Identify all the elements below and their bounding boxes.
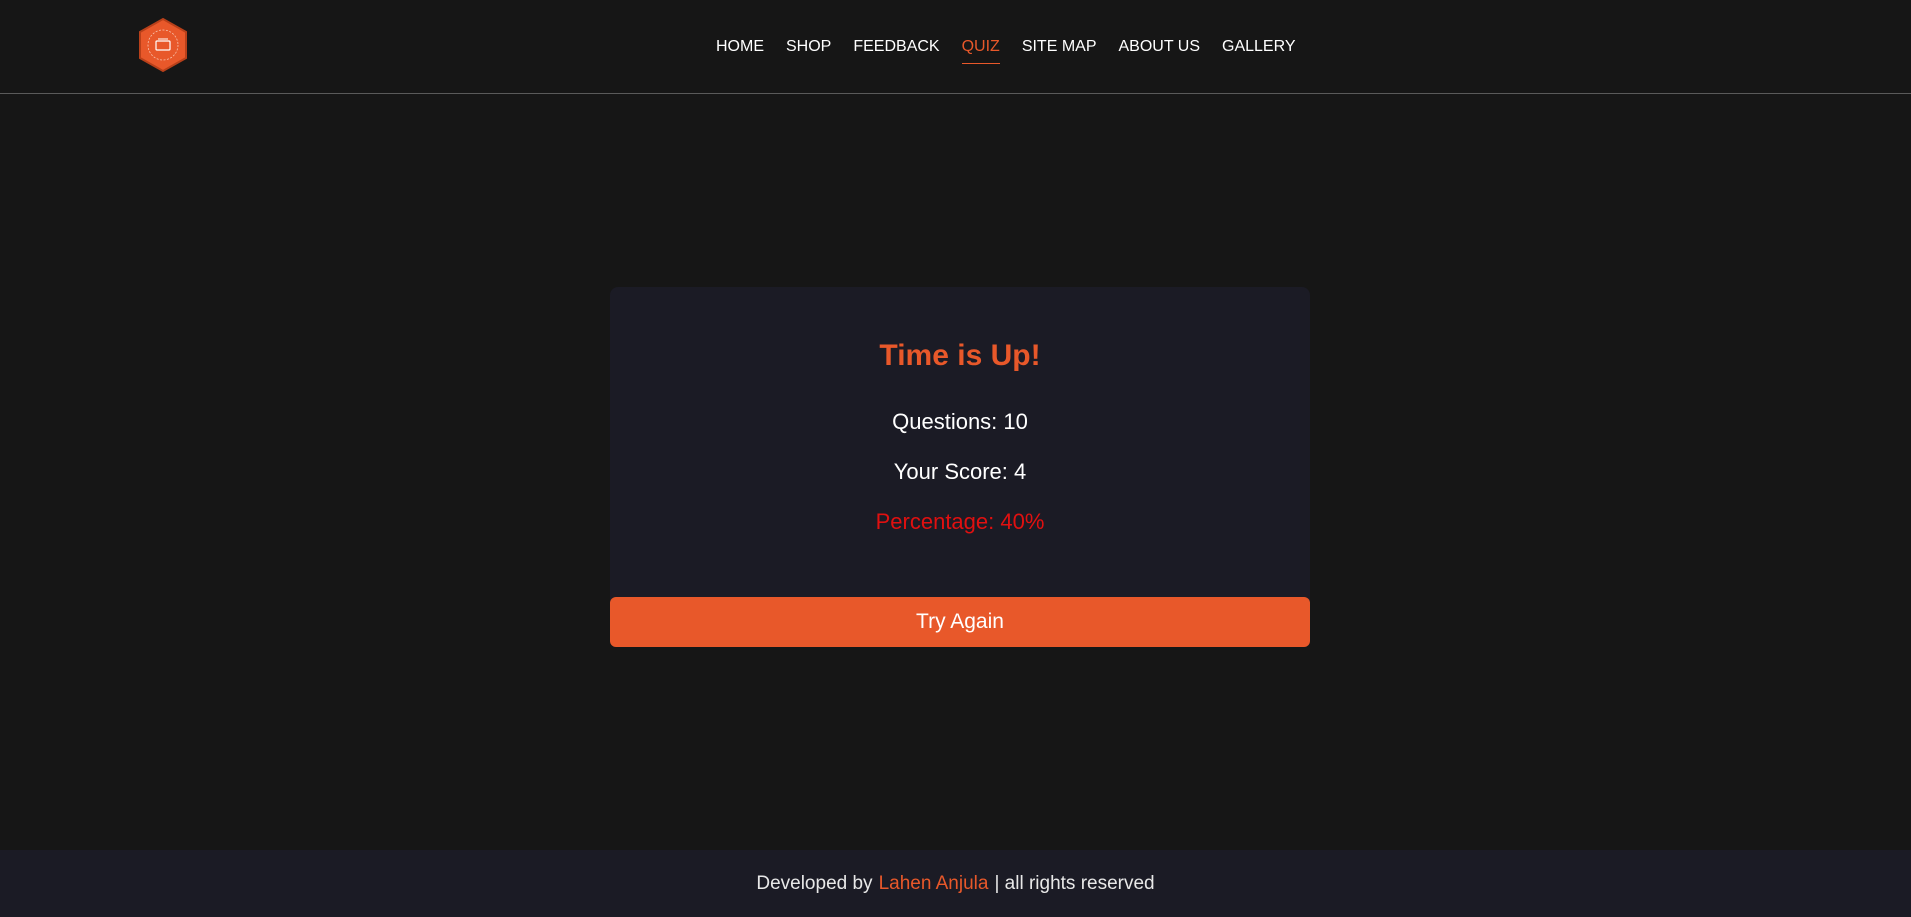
quiz-result-card: Time is Up! Questions: 10 Your Score: 4 … [610, 287, 1310, 647]
developer-name-link[interactable]: Lahen Anjula [879, 873, 989, 895]
hexagon-badge-logo-icon [139, 17, 187, 73]
questions-count: Questions: 10 [892, 409, 1028, 434]
nav-quiz[interactable]: QUIZ [961, 37, 1001, 64]
page: HOME SHOP FEEDBACK QUIZ SITE MAP ABOUT U… [0, 0, 1911, 917]
nav-about-us[interactable]: ABOUT US [1119, 37, 1201, 57]
footer-rights: | all rights reserved [994, 872, 1155, 894]
nav-site-map[interactable]: SITE MAP [1022, 37, 1097, 57]
site-logo[interactable] [137, 17, 189, 73]
nav-home[interactable]: HOME [716, 37, 764, 57]
nav-feedback[interactable]: FEEDBACK [853, 37, 939, 57]
percentage-value: Percentage: 40% [875, 509, 1045, 534]
score-value: Your Score: 4 [893, 459, 1027, 484]
result-title: Time is Up! [879, 339, 1041, 372]
nav-shop[interactable]: SHOP [786, 37, 831, 57]
main-nav: HOME SHOP FEEDBACK QUIZ SITE MAP ABOUT U… [716, 36, 1318, 64]
nav-gallery[interactable]: GALLERY [1222, 37, 1296, 57]
site-footer: Developed by Lahen Anjula | all rights r… [0, 850, 1911, 917]
try-again-button[interactable]: Try Again [610, 597, 1310, 647]
site-header: HOME SHOP FEEDBACK QUIZ SITE MAP ABOUT U… [0, 0, 1911, 94]
footer-prefix: Developed by [756, 872, 873, 894]
